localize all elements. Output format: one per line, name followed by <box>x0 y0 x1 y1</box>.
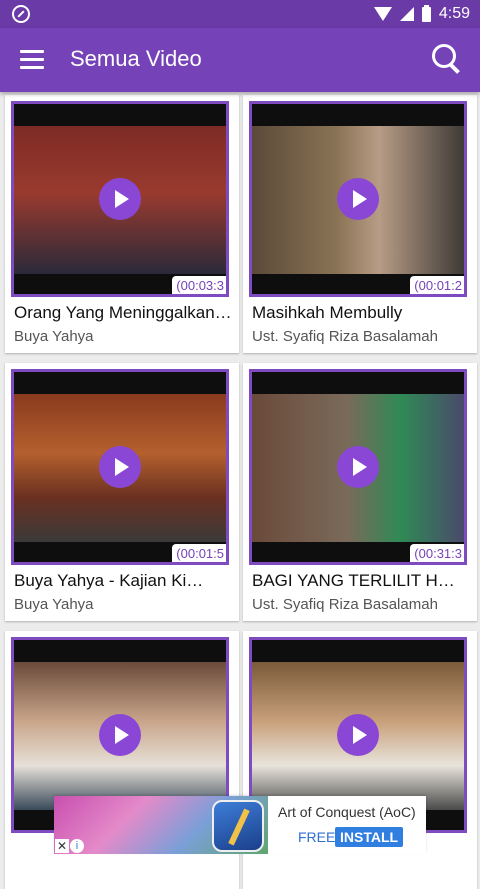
ad-info-icon[interactable]: i <box>70 839 84 853</box>
play-icon[interactable] <box>99 714 141 756</box>
video-duration: (00:01:2 <box>410 276 464 294</box>
video-duration: (00:03:3 <box>172 276 226 294</box>
video-card[interactable]: (00:31:3 BAGI YANG TERLILIT H… Ust. Syaf… <box>243 363 477 621</box>
hamburger-menu-icon[interactable] <box>20 50 44 70</box>
video-thumbnail[interactable]: (00:01:2 <box>249 101 467 297</box>
play-icon[interactable] <box>99 446 141 488</box>
video-title[interactable]: Masihkah Membully <box>252 303 470 323</box>
ad-banner[interactable]: Art of Conquest (AoC) FREE INSTALL ✕ i <box>54 796 426 854</box>
ad-free-label: FREE <box>298 829 336 845</box>
status-right: 4:59 <box>373 4 470 24</box>
play-icon[interactable] <box>337 446 379 488</box>
page-title: Semua Video <box>70 46 202 71</box>
video-title[interactable]: Orang Yang Meninggalkan… <box>14 303 232 323</box>
wifi-icon <box>373 7 392 21</box>
video-card[interactable]: (00:03:3 Orang Yang Meninggalkan… Buya Y… <box>5 95 239 353</box>
ad-install-button[interactable]: INSTALL <box>335 827 404 847</box>
ad-close-icon[interactable]: ✕ <box>55 839 69 853</box>
video-author: Ust. Syafiq Riza Basalamah <box>252 328 438 345</box>
video-card[interactable]: (00:01:5 Buya Yahya - Kajian Ki… Buya Ya… <box>5 363 239 621</box>
video-card[interactable]: (00:01:2 Masihkah Membully Ust. Syafiq R… <box>243 95 477 353</box>
ad-title[interactable]: Art of Conquest (AoC) <box>278 804 416 820</box>
search-icon[interactable] <box>430 42 462 74</box>
battery-icon <box>421 4 431 22</box>
app-bar: Semua Video <box>0 28 480 92</box>
blocker-status-icon <box>12 5 30 23</box>
video-thumbnail[interactable]: (00:01:5 <box>11 369 229 565</box>
video-author: Ust. Syafiq Riza Basalamah <box>252 596 438 613</box>
video-duration: (00:01:5 <box>172 544 226 562</box>
video-thumbnail[interactable]: (00:03:3 <box>11 101 229 297</box>
status-time: 4:59 <box>438 5 470 22</box>
video-title[interactable]: BAGI YANG TERLILIT H… <box>252 571 470 591</box>
video-author: Buya Yahya <box>14 328 94 345</box>
video-title[interactable]: Buya Yahya - Kajian Ki… <box>14 571 232 591</box>
signal-icon <box>399 7 414 21</box>
play-icon[interactable] <box>337 714 379 756</box>
status-bar: 4:59 <box>0 0 480 28</box>
video-duration: (00:31:3 <box>410 544 464 562</box>
play-icon[interactable] <box>337 178 379 220</box>
video-thumbnail[interactable]: (00:31:3 <box>249 369 467 565</box>
play-icon[interactable] <box>99 178 141 220</box>
video-author: Buya Yahya <box>14 596 94 613</box>
ad-app-logo[interactable] <box>212 800 264 852</box>
